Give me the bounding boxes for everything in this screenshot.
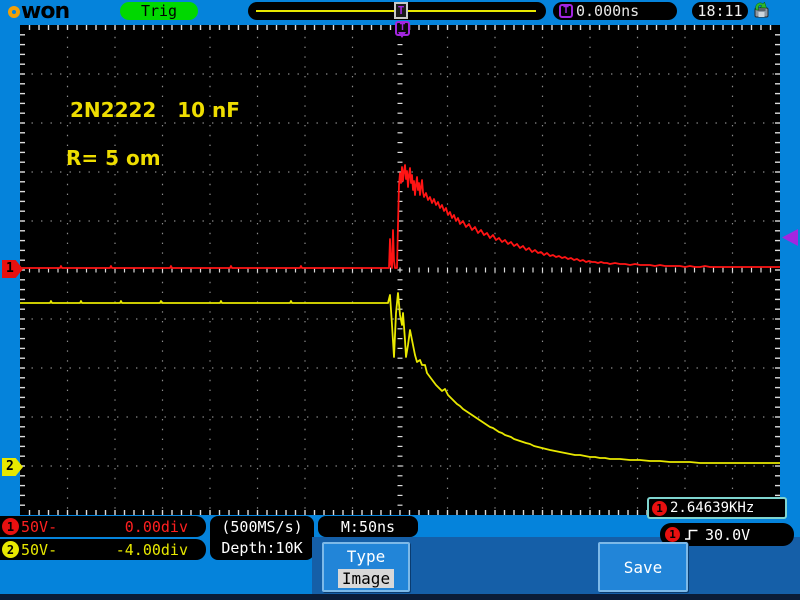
ch2-offset: -4.00div: [115, 540, 188, 559]
bottom-strip: [0, 594, 800, 600]
type-button[interactable]: Type Image: [322, 542, 410, 592]
ch1-offset: 0.00div: [124, 517, 188, 536]
trigger-t-icon: T: [559, 4, 573, 18]
save-button[interactable]: Save: [598, 542, 688, 592]
frequency-value: 2.64639KHz: [670, 500, 755, 516]
sample-rate: (500MS/s): [221, 518, 303, 536]
owon-logo: won: [8, 0, 70, 24]
usb-save-icon: [751, 1, 771, 19]
timebase-status: M:50ns: [318, 516, 418, 537]
trigger-time-display: T 0.000ns: [553, 2, 677, 20]
trigger-position-marker[interactable]: T: [395, 21, 410, 38]
ch1-scale: 50V-: [21, 517, 58, 536]
clock: 18:11: [692, 2, 748, 20]
annotation-resistor: R= 5 om: [66, 146, 161, 170]
oscilloscope-screen: won Trig T T 0.000ns 18:11 2N2222 10 nF …: [0, 0, 800, 600]
rising-edge-icon: [685, 529, 698, 540]
memory-depth: Depth:10K: [221, 539, 303, 557]
ch2-status: 2 50V- -4.00div: [0, 539, 206, 560]
trigger-level-arrow-icon[interactable]: [782, 229, 798, 246]
ch2-scale: 50V-: [21, 540, 58, 559]
acquisition-status: (500MS/s) Depth:10K: [210, 516, 314, 560]
trigger-time-value: 0.000ns: [576, 2, 640, 20]
owon-logo-ring-icon: [8, 6, 20, 18]
trigger-source-badge-icon: 1: [665, 527, 680, 542]
trigger-level-value: 30.0V: [705, 525, 751, 544]
save-button-label: Save: [623, 557, 663, 577]
horizontal-position-bar: T: [248, 2, 546, 20]
channel-1-badge-icon: 1: [652, 500, 667, 516]
annotation-device: 2N2222 10 nF: [70, 98, 240, 122]
ch2-badge-icon: 2: [2, 541, 19, 558]
ch1-badge-icon: 1: [2, 518, 19, 535]
trigger-status-badge: Trig: [120, 2, 198, 20]
owon-logo-text: won: [21, 0, 70, 24]
ch1-status: 1 50V- 0.00div: [0, 516, 206, 537]
frequency-counter: 1 2.64639KHz: [647, 497, 787, 519]
type-button-value: Image: [337, 568, 395, 588]
type-button-label: Type: [346, 546, 386, 566]
horizontal-position-marker[interactable]: T: [394, 2, 408, 19]
graticule: 2N2222 10 nF R= 5 om T 1 2.64639KHz: [20, 21, 787, 519]
